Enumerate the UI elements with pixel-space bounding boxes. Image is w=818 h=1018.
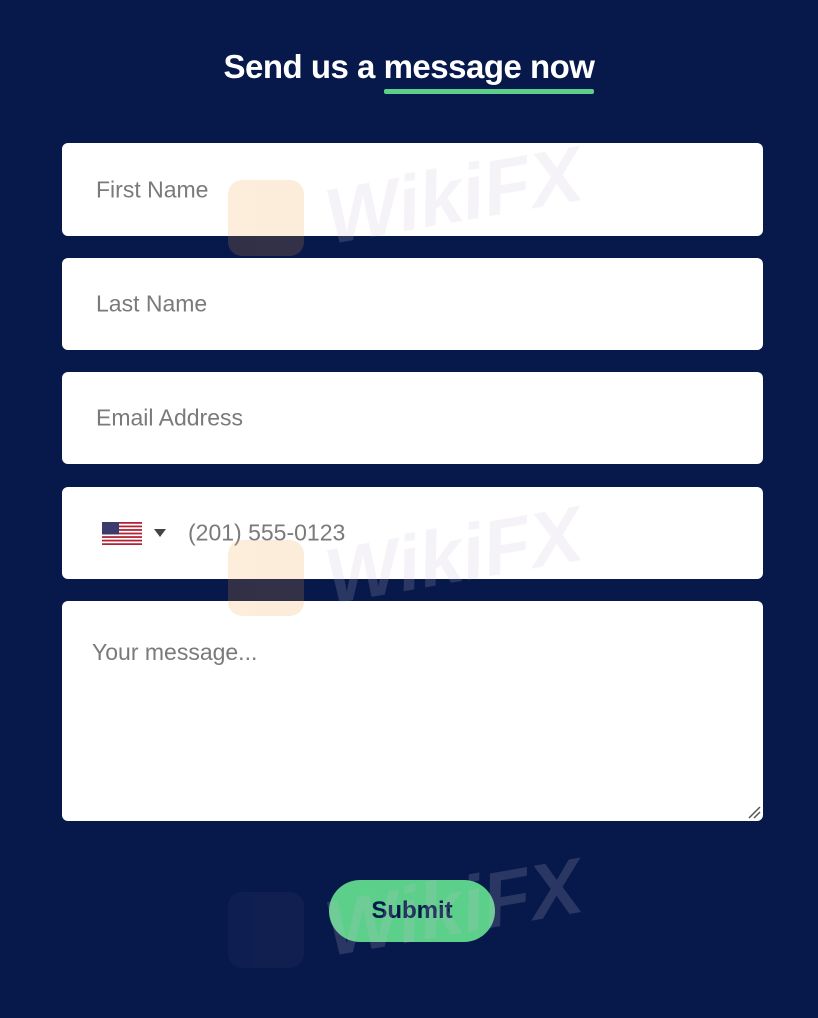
watermark-logo-icon xyxy=(228,892,304,968)
title-plain: Send us a xyxy=(223,48,376,85)
phone-placeholder: (201) 555-0123 xyxy=(188,519,346,546)
email-input[interactable]: Email Address xyxy=(62,372,763,464)
last-name-input[interactable]: Last Name xyxy=(62,258,763,350)
us-flag-icon[interactable] xyxy=(102,522,142,545)
message-textarea[interactable]: Your message... xyxy=(62,601,763,821)
resize-handle-icon[interactable] xyxy=(745,803,761,819)
first-name-placeholder: First Name xyxy=(96,176,209,202)
first-name-input[interactable]: First Name xyxy=(62,143,763,236)
caret-down-icon[interactable] xyxy=(154,529,166,537)
message-placeholder: Your message... xyxy=(92,639,258,665)
submit-button[interactable]: Submit xyxy=(329,880,495,942)
email-placeholder: Email Address xyxy=(96,404,244,431)
last-name-placeholder: Last Name xyxy=(96,290,208,317)
title-highlight: message now xyxy=(383,48,595,94)
phone-input[interactable]: (201) 555-0123 xyxy=(62,487,763,579)
form-title: Send us a message now xyxy=(0,48,818,94)
